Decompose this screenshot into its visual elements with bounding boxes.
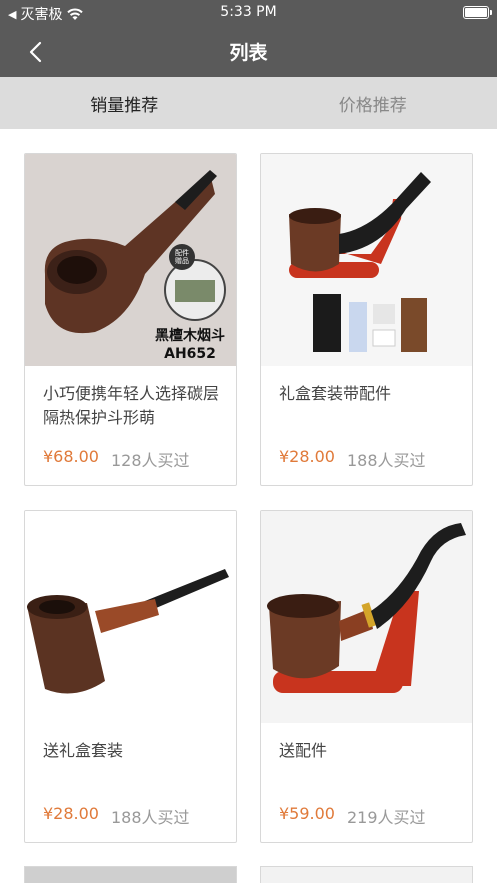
product-name: 送配件 xyxy=(279,741,328,760)
product-name: 小巧便携年轻人选择碳层隔热保护斗形萌 xyxy=(43,384,220,427)
tab-price-recommend[interactable]: 价格推荐 xyxy=(249,77,497,129)
product-price: ¥28.00 xyxy=(43,804,99,823)
status-time: 5:33 PM xyxy=(220,4,277,20)
battery-icon xyxy=(463,6,492,19)
product-price: ¥59.00 xyxy=(279,804,335,823)
product-card-partial[interactable] xyxy=(24,866,237,883)
product-name: 礼盒套装带配件 xyxy=(279,384,392,403)
status-bar: ◀ 灭害极 5:33 PM xyxy=(0,0,497,26)
product-sold-count: 188人买过 xyxy=(347,451,426,470)
product-card[interactable]: 礼盒套装带配件 ¥28.00 188人买过 xyxy=(260,153,473,486)
sort-tabs: 销量推荐 价格推荐 xyxy=(0,77,497,129)
image-caption-1: 黑檀木烟斗 xyxy=(155,327,225,344)
gift-label: 配件 xyxy=(175,248,189,257)
product-price: ¥28.00 xyxy=(279,447,335,466)
product-sold-count: 188人买过 xyxy=(111,808,190,827)
page-title: 列表 xyxy=(229,42,268,64)
nav-bar: 列表 xyxy=(0,26,497,77)
product-sold-count: 219人买过 xyxy=(347,808,426,827)
product-card-partial[interactable] xyxy=(260,866,473,883)
product-image xyxy=(25,511,236,723)
product-image xyxy=(261,511,472,723)
product-image: 配件 赠品 黑檀木烟斗 AH652 xyxy=(25,154,236,366)
product-image xyxy=(261,154,472,366)
image-caption-2: AH652 xyxy=(164,346,216,362)
product-price: ¥68.00 xyxy=(43,447,99,466)
product-card[interactable]: 送礼盒套装 ¥28.00 188人买过 xyxy=(24,510,237,843)
product-card[interactable]: 送配件 ¥59.00 219人买过 xyxy=(260,510,473,843)
tab-sales-recommend[interactable]: 销量推荐 xyxy=(0,77,249,129)
partial-image xyxy=(261,867,472,883)
partial-image xyxy=(25,867,236,883)
gift-label-2: 赠品 xyxy=(175,256,189,265)
product-card[interactable]: 配件 赠品 黑檀木烟斗 AH652 小巧便携年轻人选择碳层隔热保护斗形萌 ¥68… xyxy=(24,153,237,486)
product-sold-count: 128人买过 xyxy=(111,451,190,470)
product-name: 送礼盒套装 xyxy=(43,741,124,760)
